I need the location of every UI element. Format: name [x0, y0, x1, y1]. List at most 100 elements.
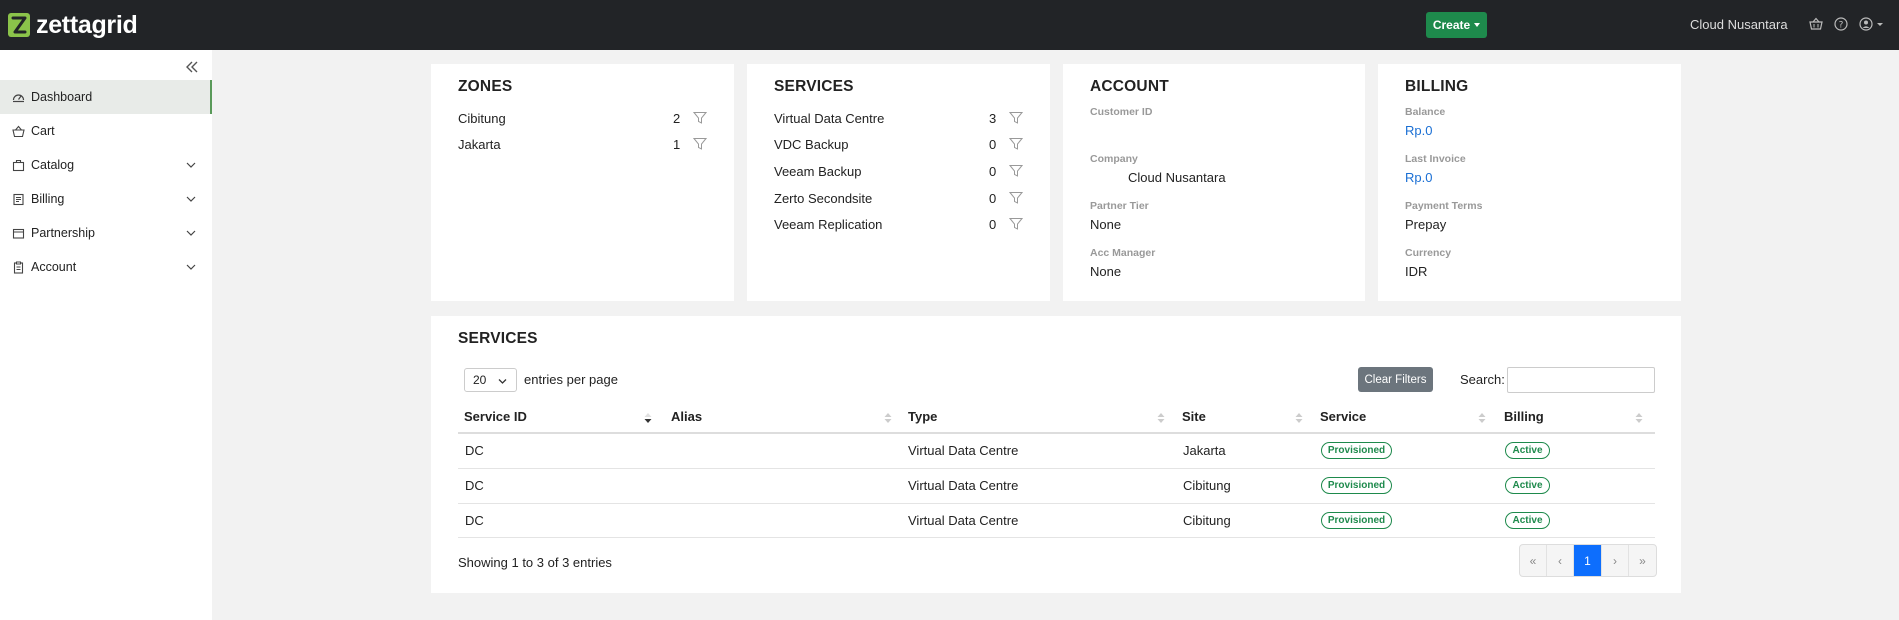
pagination-next-button[interactable]: ›: [1602, 545, 1629, 576]
service-id-link[interactable]: DC: [465, 513, 484, 528]
filter-icon[interactable]: [1009, 137, 1023, 151]
account-icon: [12, 261, 25, 274]
row-divider: [458, 468, 1655, 469]
basket-icon[interactable]: [1808, 16, 1824, 32]
sidebar-item-label: Cart: [31, 124, 55, 138]
service-type: Virtual Data Centre: [908, 478, 1019, 493]
create-button-label: Create: [1432, 18, 1471, 32]
last-invoice-label: Last Invoice: [1405, 153, 1466, 165]
service-type-count: 0: [989, 217, 997, 232]
sidebar-item-partnership[interactable]: Partnership: [0, 216, 212, 250]
collapse-sidebar-icon[interactable]: [183, 58, 201, 76]
caret-down-icon: [1474, 23, 1481, 27]
services-table-title: SERVICES: [458, 330, 538, 347]
filter-icon[interactable]: [1009, 217, 1023, 231]
partner-tier-label: Partner Tier: [1090, 200, 1149, 212]
billing-badge: Active: [1505, 512, 1550, 529]
zone-name: Cibitung: [458, 111, 506, 126]
create-button[interactable]: Create: [1426, 12, 1487, 38]
brand-name: zettagrid: [36, 10, 138, 39]
top-navbar: zettagrid Create Cloud Nusantara ?: [0, 0, 1899, 50]
catalog-icon: [12, 159, 25, 172]
row-divider: [458, 503, 1655, 504]
filter-icon[interactable]: [693, 111, 707, 125]
org-name[interactable]: Cloud Nusantara: [1690, 17, 1788, 32]
services-summary-card: SERVICES Virtual Data Centre 3 VDC Backu…: [747, 64, 1050, 301]
table-header-divider: [458, 432, 1655, 434]
services-table-card: SERVICES 20 entries per page Clear Filte…: [431, 316, 1681, 593]
sidebar-item-label: Dashboard: [31, 90, 93, 104]
service-type-name: Virtual Data Centre: [774, 111, 885, 126]
sidebar-nav: Dashboard Cart Catalog Billing Partnersh…: [0, 80, 212, 284]
currency-value: IDR: [1405, 264, 1428, 279]
billing-badge: Active: [1505, 477, 1550, 494]
column-header-service-id[interactable]: Service ID: [464, 409, 527, 424]
status-badge: Provisioned: [1321, 512, 1392, 529]
sidebar-item-label: Catalog: [31, 158, 75, 172]
column-header-type[interactable]: Type: [908, 409, 937, 424]
service-type-count: 0: [989, 191, 997, 206]
service-type-name: Zerto Secondsite: [774, 191, 873, 206]
billing-card: BILLING Balance Rp.0 Last Invoice Rp.0 P…: [1378, 64, 1681, 301]
sort-icon[interactable]: [1157, 412, 1165, 424]
customer-id-label: Customer ID: [1090, 106, 1153, 118]
zones-card: ZONES Cibitung 2 Jakarta 1: [431, 64, 734, 301]
acc-manager-value: None: [1090, 264, 1122, 279]
chevron-down-icon[interactable]: [186, 160, 196, 170]
filter-icon[interactable]: [1009, 111, 1023, 125]
sidebar-item-account[interactable]: Account: [0, 250, 212, 284]
filter-icon[interactable]: [693, 137, 707, 151]
chevron-down-icon[interactable]: [186, 194, 196, 204]
service-id-link[interactable]: DC: [465, 478, 484, 493]
pagination-prev-button[interactable]: ‹: [1547, 545, 1574, 576]
brand-logo[interactable]: zettagrid: [8, 10, 138, 40]
partnership-icon: [12, 227, 25, 240]
chevron-down-icon[interactable]: [186, 228, 196, 238]
sidebar-item-label: Partnership: [31, 226, 95, 240]
currency-label: Currency: [1405, 247, 1452, 259]
service-id-link[interactable]: DC: [465, 443, 484, 458]
partner-tier-value: None: [1090, 217, 1122, 232]
chevron-down-icon[interactable]: [186, 262, 196, 272]
filter-icon[interactable]: [1009, 191, 1023, 205]
zettagrid-logo-icon: [8, 13, 30, 37]
sidebar-item-dashboard[interactable]: Dashboard: [0, 80, 212, 114]
help-icon[interactable]: ?: [1833, 16, 1849, 32]
sort-icon[interactable]: [1635, 412, 1643, 424]
sidebar-item-label: Account: [31, 260, 77, 274]
status-badge: Provisioned: [1321, 477, 1392, 494]
sort-desc-icon[interactable]: [644, 412, 652, 424]
sort-icon[interactable]: [1478, 412, 1486, 424]
service-type: Virtual Data Centre: [908, 443, 1019, 458]
zone-count: 1: [673, 137, 681, 152]
sort-icon[interactable]: [884, 412, 892, 424]
sidebar-item-cart[interactable]: Cart: [0, 114, 212, 148]
pagination-page-1[interactable]: 1: [1574, 545, 1602, 576]
pagination-last-button[interactable]: »: [1629, 545, 1656, 576]
services-summary-title: SERVICES: [774, 78, 854, 95]
service-site: Jakarta: [1183, 443, 1226, 458]
balance-link[interactable]: Rp.0: [1405, 123, 1432, 138]
entries-per-page-select[interactable]: 20: [464, 368, 517, 392]
filter-icon[interactable]: [1009, 164, 1023, 178]
column-header-billing[interactable]: Billing: [1504, 409, 1544, 424]
sidebar: Dashboard Cart Catalog Billing Partnersh…: [0, 50, 212, 620]
column-header-alias[interactable]: Alias: [671, 409, 702, 424]
zone-name: Jakarta: [458, 137, 501, 152]
column-header-service[interactable]: Service: [1320, 409, 1366, 424]
user-menu-icon[interactable]: [1858, 16, 1884, 32]
chevron-down-icon: [498, 379, 507, 384]
column-header-site[interactable]: Site: [1182, 409, 1206, 424]
dashboard-icon: [12, 91, 25, 104]
service-type-name: Veeam Replication: [774, 217, 883, 232]
pagination-first-button[interactable]: «: [1520, 545, 1547, 576]
svg-text:?: ?: [1839, 21, 1844, 31]
sort-icon[interactable]: [1295, 412, 1303, 424]
last-invoice-link[interactable]: Rp.0: [1405, 170, 1432, 185]
sidebar-item-billing[interactable]: Billing: [0, 182, 212, 216]
clear-filters-button[interactable]: Clear Filters: [1358, 367, 1433, 392]
account-card: ACCOUNT Customer ID Company Cloud Nusant…: [1063, 64, 1365, 301]
sidebar-item-catalog[interactable]: Catalog: [0, 148, 212, 182]
search-input[interactable]: [1507, 367, 1655, 393]
account-title: ACCOUNT: [1090, 78, 1169, 95]
